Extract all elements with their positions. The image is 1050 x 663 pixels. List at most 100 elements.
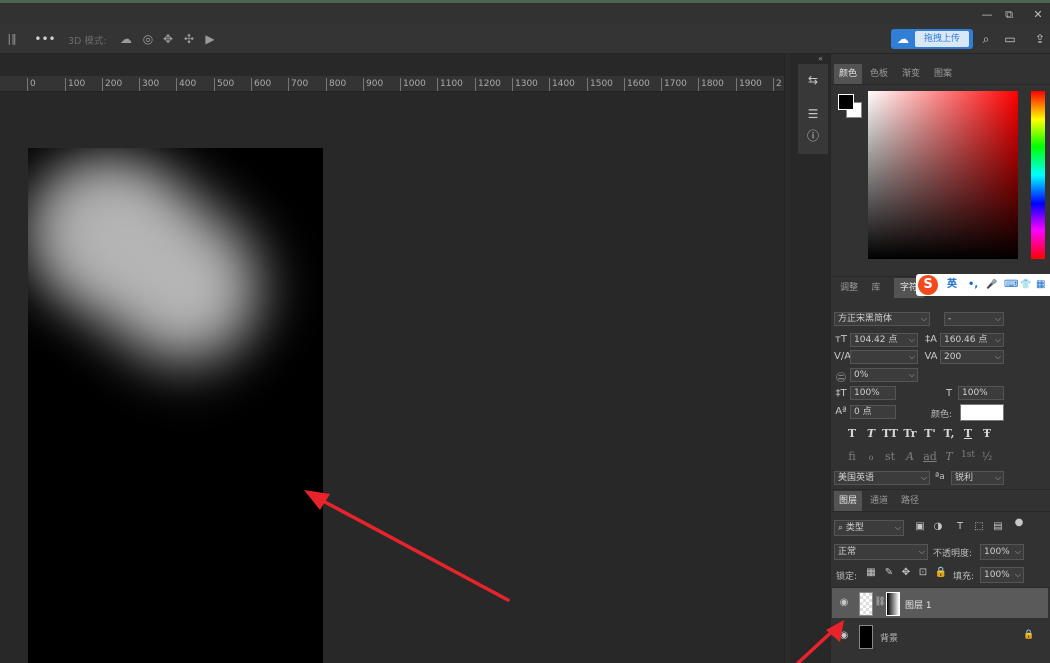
lock-transparency-icon[interactable]: ▦: [864, 567, 878, 578]
share-icon[interactable]: ⇪: [1032, 31, 1048, 47]
ime-grid-icon[interactable]: ▦: [1036, 277, 1045, 293]
filter-smart-object-icon[interactable]: ▤: [991, 521, 1005, 532]
underline-button[interactable]: T: [959, 427, 977, 440]
divider: [832, 511, 1050, 512]
ime-mic-icon[interactable]: 🎤: [986, 277, 997, 293]
tab-color[interactable]: 颜色: [834, 64, 862, 84]
tracking-field[interactable]: 200 ⌵: [940, 350, 1004, 364]
3d-orbit-icon[interactable]: ☁: [118, 31, 134, 47]
superscript-button[interactable]: T': [921, 427, 939, 440]
old-style-button[interactable]: st: [881, 450, 899, 463]
font-size-field[interactable]: 104.42 点 ⌵: [850, 333, 918, 347]
strikethrough-button[interactable]: Ŧ: [978, 427, 996, 440]
all-caps-button[interactable]: TT: [881, 427, 899, 440]
collapse-panels-icon[interactable]: «: [818, 54, 823, 63]
properties-icon[interactable]: ☰: [805, 106, 821, 122]
filter-type-icon[interactable]: T: [953, 521, 967, 532]
ime-toolbar[interactable]: S 英 •, 🎤 ⌨ 👕 ▦: [916, 274, 1050, 296]
fractions-button[interactable]: ½: [978, 450, 996, 463]
leading-field[interactable]: 160.46 点 ⌵: [940, 333, 1004, 347]
filter-shape-icon[interactable]: ⬚: [972, 521, 986, 532]
history-icon[interactable]: ⇆: [805, 72, 821, 88]
color-tabs: 颜色 色板 渐变 图案: [832, 64, 1050, 84]
tab-patterns[interactable]: 图案: [928, 64, 958, 84]
ime-language[interactable]: 英: [947, 277, 957, 293]
layer-filter-value: 类型: [845, 523, 864, 533]
alt-ligature-button[interactable]: ℴ: [862, 450, 880, 463]
horizontal-scale-value: 100%: [962, 388, 988, 398]
restore-button[interactable]: ⧉: [998, 7, 1020, 23]
lock-brush-icon[interactable]: ✎: [882, 567, 896, 578]
lock-all-icon[interactable]: 🔒: [934, 567, 948, 578]
more-options-button[interactable]: •••: [34, 31, 56, 47]
blend-mode-select[interactable]: 正常 ⌵: [834, 544, 928, 560]
tab-layers[interactable]: 图层: [834, 491, 862, 511]
fill-field[interactable]: 100% ⌵: [980, 567, 1024, 583]
filter-adjustment-icon[interactable]: ◑: [931, 521, 945, 532]
text-color-swatch[interactable]: [960, 404, 1004, 421]
ime-skin-icon[interactable]: 👕: [1020, 277, 1031, 293]
faux-bold-button[interactable]: T: [843, 427, 861, 440]
chevron-down-icon: ⌵: [994, 335, 1001, 344]
font-family-select[interactable]: 方正宋黑简体 ⌵: [834, 312, 930, 326]
minimize-button[interactable]: —: [976, 7, 998, 23]
kerning-field[interactable]: ⌵: [850, 350, 918, 364]
layer-row-background[interactable]: ◉ 背景 🔒: [832, 621, 1048, 651]
tab-channels[interactable]: 通道: [865, 491, 893, 511]
hue-slider[interactable]: [1031, 91, 1045, 259]
workspace-icon[interactable]: ▭: [1002, 31, 1018, 47]
close-button[interactable]: ✕: [1027, 7, 1049, 23]
ime-keyboard-icon[interactable]: ⌨: [1004, 277, 1018, 293]
titling-button[interactable]: T: [940, 450, 958, 463]
vertical-scale-field[interactable]: 100%: [850, 386, 896, 400]
ligature-button[interactable]: fi: [843, 450, 861, 463]
ordinals-button[interactable]: 1st: [959, 450, 977, 460]
tab-paths[interactable]: 路径: [896, 491, 924, 511]
horizontal-scale-field[interactable]: 100%: [958, 386, 1004, 400]
3d-roll-icon[interactable]: ◎: [140, 31, 156, 47]
tab-swatches[interactable]: 色板: [864, 64, 894, 84]
foreground-color-swatch[interactable]: [838, 94, 854, 110]
lock-move-icon[interactable]: ✥: [899, 567, 913, 578]
color-field[interactable]: [868, 91, 1018, 259]
filter-toggle-icon[interactable]: ●: [1012, 517, 1026, 528]
opacity-field[interactable]: 100% ⌵: [980, 544, 1024, 560]
lock-artboard-icon[interactable]: ⊡: [916, 567, 930, 578]
font-style-select[interactable]: - ⌵: [944, 312, 1004, 326]
3d-pan-icon[interactable]: ✥: [160, 31, 176, 47]
tab-gradients[interactable]: 渐变: [896, 64, 926, 84]
eye-icon[interactable]: ◉: [838, 597, 850, 609]
layer-mask-thumbnail[interactable]: [886, 592, 900, 616]
document-canvas[interactable]: [28, 148, 323, 663]
stylistic-alt-button[interactable]: ad: [921, 450, 939, 463]
canvas-area[interactable]: [0, 92, 790, 663]
ruler-tick: 1700: [661, 78, 687, 91]
antialias-select[interactable]: 锐利 ⌵: [951, 471, 1004, 485]
tab-adjustments[interactable]: 调整: [834, 278, 864, 298]
horizontal-scale-icon: T: [945, 388, 953, 399]
info-icon[interactable]: ⓘ: [805, 128, 821, 144]
baseline-shift-field[interactable]: 0 点: [850, 405, 896, 419]
tab-libraries[interactable]: 库: [866, 278, 886, 298]
ruler-tick: 700: [288, 78, 308, 91]
subscript-button[interactable]: T,: [940, 427, 958, 440]
search-icon[interactable]: ⌕: [978, 31, 994, 47]
align-icon[interactable]: |‖: [4, 31, 20, 47]
ime-logo-icon[interactable]: S: [918, 275, 938, 295]
filter-pixel-icon[interactable]: ▣: [913, 521, 927, 532]
upload-button[interactable]: ☁ 拖拽上传: [891, 29, 973, 49]
3d-slide-icon[interactable]: ✣: [181, 31, 197, 47]
font-size-icon: ᴛT: [835, 334, 847, 345]
small-caps-button[interactable]: Tr: [901, 427, 919, 440]
vertical-scrollbar[interactable]: [784, 54, 790, 663]
ruler-tick: 800: [326, 78, 346, 91]
layer-filter-select[interactable]: ⌕ 类型 ⌵: [834, 520, 904, 536]
swash-button[interactable]: A: [901, 450, 919, 463]
tsume-field[interactable]: 0% ⌵: [850, 368, 918, 382]
eye-icon[interactable]: ◉: [838, 630, 850, 642]
ime-punct-icon[interactable]: •,: [968, 277, 978, 293]
layer-row-layer1[interactable]: ◉ ⛓ 图层 1: [832, 588, 1048, 618]
3d-camera-icon[interactable]: ▶: [202, 31, 218, 47]
language-select[interactable]: 美国英语 ⌵: [834, 471, 930, 485]
faux-italic-button[interactable]: T: [862, 427, 880, 440]
